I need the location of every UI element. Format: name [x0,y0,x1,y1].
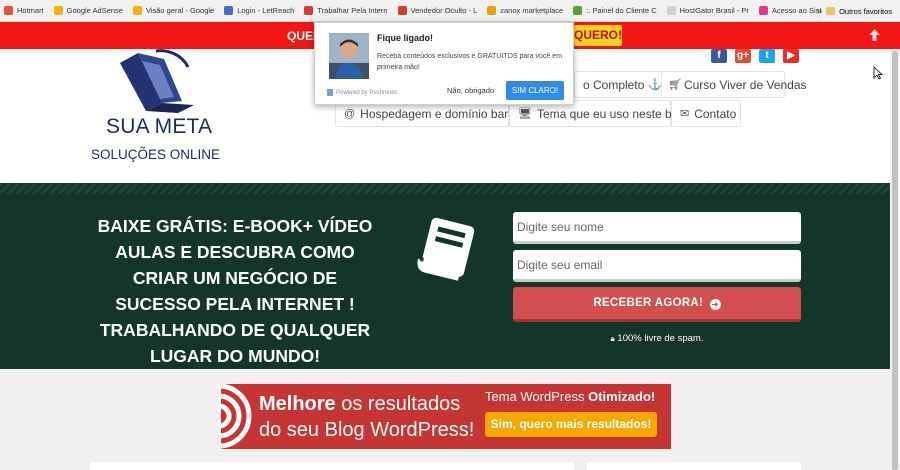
bookmark-label: :. Painel do Cliente C [586,6,657,15]
bookmark-favicon-icon [224,6,234,15]
bookmark-label: Hotmart [17,6,44,15]
logo-title[interactable]: SUA META [106,115,212,139]
banner-line-1: Melhore os resultados [259,393,461,415]
hero-stripe [0,183,890,194]
nav-tema-label: Tema que eu uso neste blog [536,106,688,121]
nav-curso-vendas-label: Curso Viver de Vendas [683,77,807,92]
receber-agora-button[interactable]: RECEBER AGORA! ➜ [513,287,801,322]
bookmark-item[interactable]: Trabalhar Pela Intern [300,0,393,21]
nav-contato-label: Contato [694,106,737,121]
powered-by-label: Powered by Pushnews [336,89,398,96]
quero-button[interactable]: QUERO! [574,25,622,46]
mouse-cursor-icon [873,66,883,80]
nav-hospedagem-label: Hospedagem e domínio barato [360,106,525,121]
bookmark-item[interactable]: Visão geral - Google [129,0,220,21]
bookmark-item[interactable]: Hotmart [0,0,50,21]
bookmark-favicon-icon [758,6,768,15]
lock-icon: 🔒︎ [610,334,615,343]
folder-icon [826,7,836,15]
page-scrollbar[interactable] [890,49,900,470]
bookmark-label: Login - LetReach [237,6,295,15]
monitor-icon: 🖥︎ [518,108,532,120]
bookmark-item[interactable]: :. Painel do Cliente C [569,0,662,21]
bookmark-label: Vendedor Oculto - L [410,6,478,15]
bookmark-item[interactable]: Login - LetReach [220,0,300,21]
email-input[interactable]: Digite seu email [513,250,801,282]
bookmark-item[interactable]: Vendedor Oculto - L [394,0,484,21]
optin-headline: BAIXE GRÁTIS: E-BOOK+ VÍDEO AULAS E DESC… [97,216,373,366]
nav-curso-vendas[interactable]: 🛒︎ Curso Viver de Vendas [661,71,807,98]
envelope-icon: ✉ [680,108,690,120]
bookmark-item[interactable]: zanox marketplace [483,0,569,21]
cart-icon: 🛒︎ [668,79,682,91]
google-plus-icon[interactable]: g+ [735,49,751,63]
wordpress-theme-banner[interactable]: Melhore os resultados do seu Blog WordPr… [221,384,671,449]
other-bookmarks-label: Outros favoritos [839,6,892,16]
banner-right-title: Tema WordPress Otimizado! [485,389,656,404]
arrow-circle-right-icon: ➜ [709,299,721,310]
bookmark-item[interactable]: HostGator Brasil - Pr [663,0,755,21]
other-bookmarks-button[interactable]: Outros favoritos [822,0,900,22]
content-card [90,462,574,470]
pushnews-icon [327,89,333,96]
popup-title: Fique ligado! [377,33,433,43]
twitter-icon[interactable]: t [759,49,775,63]
accept-button[interactable]: SIM CLARO! [506,81,564,100]
optin-section: BAIXE GRÁTIS: E-BOOK+ VÍDEO AULAS E DESC… [0,183,890,369]
bookmark-label: HostGator Brasil - Pr [679,6,749,15]
spam-note: 🔒︎ 100% livre de spam. [513,333,801,344]
bookmarks-bar: Hotmart Google AdSense Visão geral - Googl… [0,0,900,22]
bookmark-favicon-icon [666,6,676,15]
bookmark-favicon-icon [53,6,63,15]
popup-body: Receba conteúdos exclusivos e GRATUITOS … [377,53,562,71]
bookmark-favicon-icon [397,6,407,15]
bookmark-label: Google AdSense [66,6,123,15]
banner-line-2: do seu Blog WordPress! [259,419,475,441]
powered-by: Powered by Pushnews [327,89,397,96]
bookmark-label: zanox marketplace [500,6,564,15]
avatar [329,33,369,79]
decline-button[interactable]: Não, obrigado [447,86,494,95]
logo-subtitle: SOLUÇÕES ONLINE [91,147,221,162]
facebook-icon[interactable]: f [711,49,727,63]
spam-note-label: 100% livre de spam. [617,333,704,344]
bookmark-item[interactable]: Google AdSense [50,0,129,21]
arrow-up-icon[interactable] [868,28,881,42]
bookmark-label: Trabalhar Pela Intern [317,6,388,15]
nav-contato[interactable]: ✉ Contato [671,100,741,127]
scrollbar-thumb[interactable] [892,51,898,470]
nav-curso-completo[interactable]: o Completo ⚓ [574,71,672,98]
sidebar-card [587,462,801,470]
bookmark-favicon-icon [132,6,142,15]
nav-curso-completo-label: o Completo [583,77,645,92]
content-area: Melhore os resultados do seu Blog WordPr… [0,369,890,470]
at-icon: @ [344,107,356,120]
social-links: f g+ t ▶ [711,49,799,63]
receber-agora-label: RECEBER AGORA! [593,297,704,309]
push-notification-popup: Fique ligado! Receba conteúdos exclusivo… [314,22,574,105]
bookmark-favicon-icon [304,6,314,15]
banner-cta-button[interactable]: Sim, quero mais resultados! [485,412,657,437]
target-rings-icon [221,384,252,449]
bookmark-favicon-icon [573,6,583,15]
bookmark-favicon-icon [487,6,497,15]
youtube-icon[interactable]: ▶ [783,49,799,63]
book-icon [417,217,475,281]
bookmark-favicon-icon [4,6,13,15]
bookmark-label: Visão geral - Google [145,6,215,15]
name-input[interactable]: Digite seu nome [513,212,801,244]
laptop-logo-icon [120,49,194,113]
